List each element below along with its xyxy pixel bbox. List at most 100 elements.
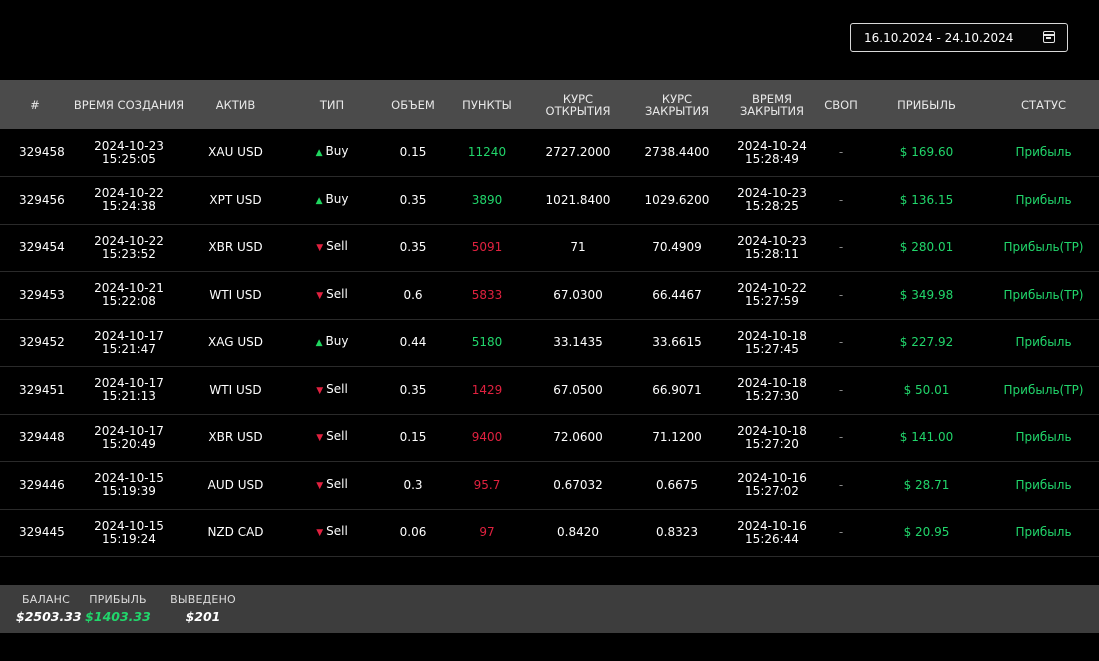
asset-cell: NZD CAD — [207, 525, 264, 540]
created-date: 2024-10-23 — [94, 138, 164, 153]
asset-cell: XBR USD — [208, 430, 263, 445]
type-label: Buy — [325, 334, 349, 349]
triangle-down-icon: ▼ — [316, 480, 324, 491]
type-cell: ▼ Sell — [283, 367, 381, 415]
type-label: Sell — [326, 476, 348, 491]
profit-cell: $ 20.95 — [903, 525, 950, 540]
calendar-icon[interactable] — [1043, 31, 1055, 43]
closed-cell: 2024-10-24 15:28:49 — [727, 129, 817, 177]
points-cell: 5833 — [471, 287, 503, 302]
closed-time: 15:28:25 — [745, 199, 799, 214]
table-row[interactable]: 329452 2024-10-17 15:21:47 XAG USD ▲ Buy 0.44 5… — [0, 319, 1099, 367]
profit-summary: ПРИБЫЛЬ $1403.33 — [83, 593, 153, 624]
triangle-down-icon: ▼ — [316, 528, 324, 539]
col-header-type[interactable]: ТИП — [283, 80, 381, 129]
volume-cell: 0.35 — [399, 382, 427, 397]
created-time: 15:19:24 — [102, 531, 156, 546]
table-row[interactable]: 329456 2024-10-22 15:24:38 XPT USD ▲ Buy 0.35 3… — [0, 176, 1099, 225]
type-cell: ▼ Sell — [283, 224, 381, 272]
status-badge: Прибыль(TP) — [1003, 240, 1084, 255]
type-cell: ▲ Buy — [283, 177, 381, 225]
created-cell: 2024-10-17 15:21:47 — [70, 319, 188, 367]
col-header-volume[interactable]: ОБЪЕМ — [381, 80, 445, 129]
close-rate-cell: 71.1200 — [652, 430, 702, 445]
col-header-open-rate[interactable]: КУРС ОТКРЫТИЯ — [529, 80, 627, 129]
type-cell: ▼ Sell — [283, 509, 381, 557]
withdrawn-value: $201 — [185, 609, 221, 624]
col-header-status[interactable]: СТАТУС — [988, 80, 1099, 129]
order-id: 329446 — [19, 477, 65, 492]
swap-cell: - — [838, 287, 844, 302]
swap-cell: - — [838, 335, 844, 350]
volume-cell: 0.35 — [399, 192, 427, 207]
status-badge: Прибыль — [1015, 145, 1072, 159]
swap-cell: - — [838, 240, 844, 255]
created-date: 2024-10-17 — [94, 328, 164, 343]
date-range-value[interactable]: 16.10.2024 - 24.10.2024 — [864, 31, 1013, 45]
order-id: 329458 — [19, 145, 65, 159]
swap-cell: - — [838, 477, 844, 492]
type-label: Sell — [326, 286, 348, 301]
closed-cell: 2024-10-16 15:27:02 — [727, 462, 817, 510]
closed-cell: 2024-10-23 15:28:25 — [727, 177, 817, 225]
col-header-close-rate[interactable]: КУРС ЗАКРЫТИЯ — [627, 80, 727, 129]
table-row[interactable]: 329448 2024-10-17 15:20:49 XBR USD ▼ Sell 0.15… — [0, 414, 1099, 462]
col-header-points[interactable]: ПУНКТЫ — [445, 80, 529, 129]
profit-cell: $ 349.98 — [899, 287, 954, 302]
close-rate-cell: 66.4467 — [652, 287, 702, 302]
table-row[interactable]: 329454 2024-10-22 15:23:52 XBR USD ▼ Sell 0.35… — [0, 224, 1099, 272]
withdrawn-label: ВЫВЕДЕНО — [170, 593, 236, 606]
asset-cell: XBR USD — [208, 240, 263, 255]
asset-cell: AUD USD — [207, 477, 264, 492]
col-header-asset[interactable]: АКТИВ — [188, 80, 283, 129]
balance-value: $2503.33 — [16, 609, 82, 624]
closed-time: 15:28:49 — [745, 151, 799, 166]
created-time: 15:21:13 — [102, 389, 156, 404]
close-rate-cell: 0.6675 — [656, 477, 698, 492]
asset-cell: WTI USD — [209, 287, 262, 302]
table-row[interactable]: 329458 2024-10-23 15:25:05 XAU USD ▲ Buy 0.15 1… — [0, 129, 1099, 177]
profit-label: ПРИБЫЛЬ — [89, 593, 147, 606]
triangle-up-icon: ▲ — [315, 148, 323, 158]
closed-date: 2024-10-23 — [737, 233, 807, 248]
type-cell: ▲ Buy — [283, 319, 381, 367]
closed-time: 15:28:11 — [745, 246, 799, 261]
withdrawn-summary: ВЫВЕДЕНО $201 — [166, 593, 240, 624]
open-rate-cell: 1021.8400 — [545, 192, 611, 207]
status-badge: Прибыль — [1015, 477, 1072, 492]
closed-time: 15:27:45 — [745, 341, 799, 356]
asset-cell: XAU USD — [208, 145, 263, 159]
type-cell: ▼ Sell — [283, 272, 381, 320]
table-row[interactable]: 329445 2024-10-15 15:19:24 NZD CAD ▼ Sell 0.06… — [0, 509, 1099, 557]
col-header-profit[interactable]: ПРИБЫЛЬ — [865, 80, 988, 129]
closed-cell: 2024-10-18 15:27:30 — [727, 367, 817, 415]
type-label: Sell — [326, 239, 348, 254]
balance-summary: БАЛАНС $2503.33 — [16, 593, 82, 624]
table-row[interactable]: 329451 2024-10-17 15:21:13 WTI USD ▼ Sell 0.35… — [0, 366, 1099, 415]
col-header-id[interactable]: # — [0, 80, 70, 129]
status-badge: Прибыль — [1015, 192, 1072, 207]
created-time: 15:20:49 — [102, 436, 156, 451]
volume-cell: 0.6 — [403, 287, 423, 302]
col-header-created[interactable]: ВРЕМЯ СОЗДАНИЯ — [70, 80, 188, 129]
profit-value: $1403.33 — [85, 609, 151, 624]
table-row[interactable]: 329453 2024-10-21 15:22:08 WTI USD ▼ Sell 0.6 5… — [0, 271, 1099, 320]
closed-time: 15:27:59 — [745, 294, 799, 309]
swap-cell: - — [838, 525, 844, 540]
closed-date: 2024-10-18 — [737, 423, 807, 438]
page-bottom — [0, 633, 1099, 661]
volume-cell: 0.3 — [403, 477, 423, 492]
type-label: Sell — [326, 381, 348, 396]
profit-cell: $ 141.00 — [899, 430, 954, 445]
created-cell: 2024-10-15 15:19:24 — [70, 509, 188, 557]
order-id: 329456 — [19, 192, 65, 207]
table-row[interactable]: 329446 2024-10-15 15:19:39 AUD USD ▼ Sell 0.3 9… — [0, 461, 1099, 510]
close-rate-cell: 66.9071 — [652, 382, 702, 397]
created-date: 2024-10-17 — [94, 423, 164, 438]
col-header-swap[interactable]: СВОП — [817, 80, 865, 129]
date-range-picker[interactable]: 16.10.2024 - 24.10.2024 — [850, 23, 1068, 52]
volume-cell: 0.15 — [399, 145, 427, 159]
col-header-closed[interactable]: ВРЕМЯ ЗАКРЫТИЯ — [727, 80, 817, 129]
order-id: 329445 — [19, 525, 65, 540]
open-rate-cell: 72.0600 — [553, 430, 603, 445]
